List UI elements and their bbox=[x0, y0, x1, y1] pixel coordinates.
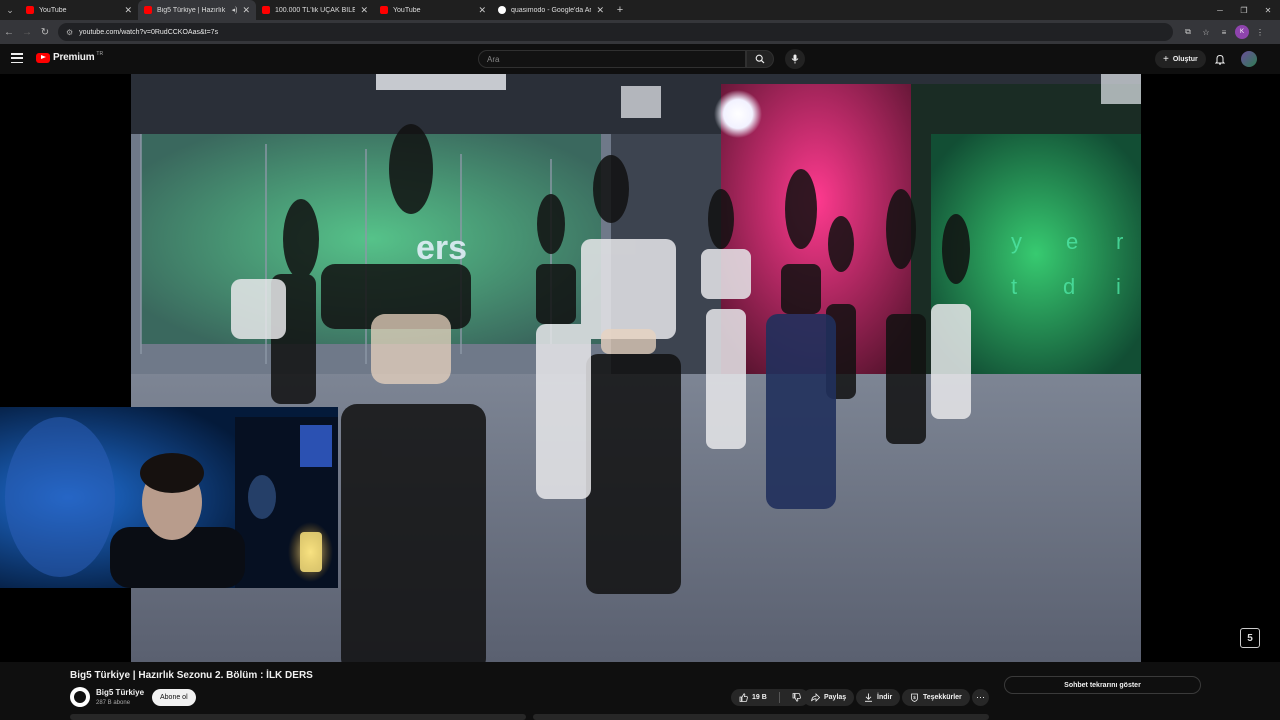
browser-tab-2[interactable]: Big5 Türkiye | Hazırlık Sezonu 2. ◂) ✕ bbox=[138, 0, 256, 20]
plus-icon: + bbox=[1163, 53, 1169, 65]
download-icon bbox=[865, 693, 872, 702]
channel-avatar[interactable] bbox=[70, 687, 90, 707]
hamburger-menu-icon[interactable] bbox=[11, 53, 23, 63]
close-tab-icon[interactable]: ✕ bbox=[124, 5, 132, 16]
subscribe-button[interactable]: Abone ol bbox=[152, 689, 196, 706]
svg-text:t: t bbox=[1011, 274, 1017, 299]
youtube-header: Premium TR Ara + Oluştur bbox=[0, 44, 1280, 74]
browser-tab-bar: ⌄ YouTube ✕ Big5 Türkiye | Hazırlık Sezo… bbox=[0, 0, 1280, 20]
youtube-icon bbox=[144, 6, 152, 14]
thumbs-down-icon bbox=[792, 693, 801, 702]
description-box[interactable] bbox=[70, 714, 526, 720]
reload-icon[interactable]: ↻ bbox=[36, 20, 54, 44]
svg-text:$: $ bbox=[913, 695, 916, 700]
download-button[interactable]: İndir bbox=[856, 689, 901, 706]
url-input[interactable]: ⚙ youtube.com/watch?v=0RudCCKOAas&t=7s bbox=[58, 23, 1173, 41]
share-icon bbox=[811, 693, 820, 702]
svg-text:r: r bbox=[1116, 229, 1123, 254]
create-label: Oluştur bbox=[1172, 55, 1198, 63]
channel-watermark[interactable]: 5 bbox=[1240, 628, 1260, 648]
tab-title: quasimodo - Google'da Ara bbox=[511, 6, 592, 14]
browser-tab-1[interactable]: YouTube ✕ bbox=[20, 0, 138, 20]
browser-tab-5[interactable]: quasimodo - Google'da Ara ✕ bbox=[492, 0, 610, 20]
youtube-play-icon bbox=[36, 52, 50, 63]
logo-text: Premium bbox=[53, 52, 95, 63]
share-label: Paylaş bbox=[824, 694, 847, 701]
like-button[interactable]: 19 B bbox=[731, 689, 775, 706]
audio-icon[interactable]: ◂) bbox=[232, 6, 238, 14]
like-count: 19 B bbox=[752, 694, 767, 701]
microphone-icon bbox=[791, 54, 799, 64]
webcam-frame bbox=[0, 407, 338, 588]
bookmark-star-icon[interactable]: ☆ bbox=[1199, 25, 1213, 39]
logo-region: TR bbox=[96, 50, 104, 57]
address-bar: ← → ↻ ⚙ youtube.com/watch?v=0RudCCKOAas&… bbox=[0, 20, 1280, 44]
new-tab-button[interactable]: + bbox=[610, 4, 630, 16]
account-avatar[interactable] bbox=[1241, 51, 1257, 67]
browser-tab-4[interactable]: YouTube ✕ bbox=[374, 0, 492, 20]
download-label: İndir bbox=[877, 694, 893, 701]
svg-text:i: i bbox=[1116, 274, 1121, 299]
back-icon[interactable]: ← bbox=[0, 20, 18, 44]
more-actions-icon[interactable]: ⋯ bbox=[972, 689, 989, 706]
close-tab-icon[interactable]: ✕ bbox=[596, 5, 604, 16]
notifications-button[interactable] bbox=[1212, 51, 1228, 67]
create-button[interactable]: + Oluştur bbox=[1155, 50, 1206, 68]
search-button[interactable] bbox=[746, 50, 774, 68]
description-box-right bbox=[533, 714, 989, 720]
profile-icon[interactable]: K bbox=[1235, 25, 1249, 39]
media-controls-icon[interactable]: ≡ bbox=[1217, 25, 1231, 39]
youtube-icon bbox=[26, 6, 34, 14]
close-tab-icon[interactable]: ✕ bbox=[360, 5, 368, 16]
site-info-icon[interactable]: ⚙ bbox=[66, 28, 73, 37]
tab-title: Big5 Türkiye | Hazırlık Sezonu 2. bbox=[157, 6, 227, 14]
url-text: youtube.com/watch?v=0RudCCKOAas&t=7s bbox=[79, 28, 219, 36]
streamer-webcam bbox=[0, 407, 338, 588]
browser-tab-3[interactable]: 100.000 TL'lik UÇAK BİLETİ İle ✕ bbox=[256, 0, 374, 20]
tab-search-icon[interactable]: ⌄ bbox=[0, 0, 20, 20]
browser-menu-icon[interactable]: ⋮ bbox=[1253, 25, 1267, 39]
like-dislike-group: 19 B bbox=[731, 689, 809, 706]
restore-icon[interactable]: ❐ bbox=[1232, 0, 1256, 20]
close-tab-icon[interactable]: ✕ bbox=[478, 5, 486, 16]
subscriber-count: 287 B abone bbox=[96, 700, 131, 706]
forward-icon[interactable]: → bbox=[18, 20, 36, 44]
svg-text:e: e bbox=[1066, 229, 1078, 254]
close-tab-icon[interactable]: ✕ bbox=[242, 5, 250, 16]
svg-text:y: y bbox=[1011, 229, 1022, 254]
thumbs-up-icon bbox=[739, 693, 748, 702]
show-chat-replay-button[interactable]: Sohbet tekrarını göster bbox=[1004, 676, 1201, 694]
tab-title: YouTube bbox=[393, 6, 421, 14]
svg-text:d: d bbox=[1063, 274, 1075, 299]
search-input[interactable]: Ara bbox=[478, 50, 746, 68]
tab-title: 100.000 TL'lik UÇAK BİLETİ İle bbox=[275, 6, 356, 14]
youtube-icon bbox=[380, 6, 388, 14]
bell-icon bbox=[1215, 54, 1225, 65]
google-icon bbox=[498, 6, 506, 14]
super-thanks-icon: $ bbox=[911, 693, 918, 702]
channel-name[interactable]: Big5 Türkiye bbox=[96, 688, 144, 697]
youtube-premium-logo[interactable]: Premium TR bbox=[36, 50, 104, 63]
player-letterbox-right bbox=[1141, 74, 1280, 662]
voice-search-button[interactable] bbox=[785, 49, 805, 69]
install-app-icon[interactable]: ⧉ bbox=[1181, 25, 1195, 39]
share-button[interactable]: Paylaş bbox=[803, 689, 855, 706]
youtube-icon bbox=[262, 6, 270, 14]
close-window-icon[interactable]: ✕ bbox=[1256, 0, 1280, 20]
minimize-icon[interactable]: ─ bbox=[1208, 0, 1232, 20]
tab-title: YouTube bbox=[39, 6, 67, 14]
search-icon bbox=[755, 54, 765, 64]
thanks-label: Teşekkürler bbox=[923, 694, 962, 701]
svg-text:ers: ers bbox=[416, 229, 467, 267]
window-controls: ─ ❐ ✕ bbox=[1208, 0, 1280, 20]
video-title: Big5 Türkiye | Hazırlık Sezonu 2. Bölüm … bbox=[70, 670, 313, 681]
thanks-button[interactable]: $ Teşekkürler bbox=[902, 689, 970, 706]
